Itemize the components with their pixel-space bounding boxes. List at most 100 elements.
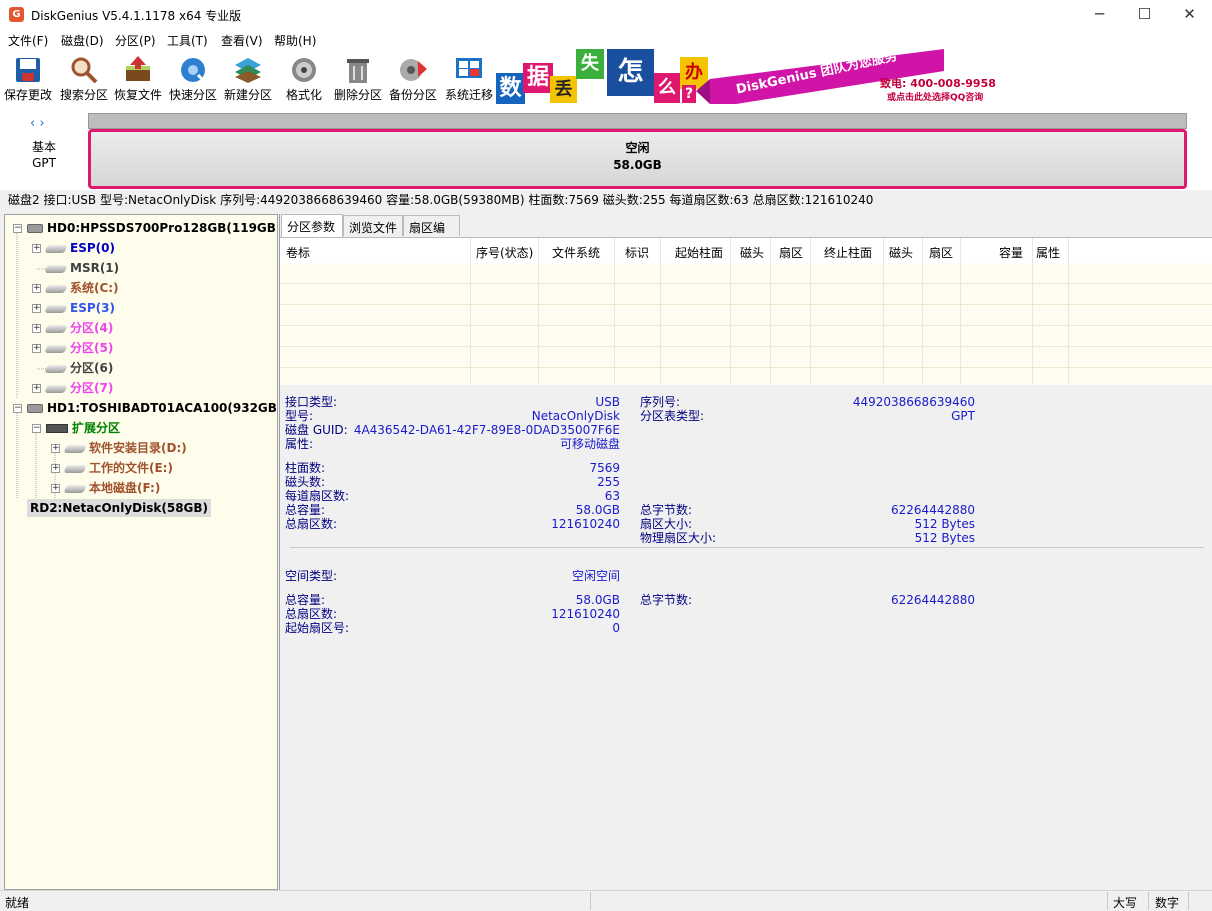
maximize-button[interactable]: ☐ <box>1122 0 1167 30</box>
quick-partition-label: 快速分区 <box>168 88 217 102</box>
close-button[interactable]: ✕ <box>1167 0 1212 30</box>
tree-expander[interactable]: + <box>32 304 41 313</box>
tree-partition-node[interactable]: 分区(6) <box>44 359 113 377</box>
format-button[interactable]: 格式化 <box>276 53 332 105</box>
search-icon <box>71 57 98 84</box>
info-value: 空闲空间 <box>571 569 620 583</box>
status-divider <box>590 892 591 910</box>
info-value: 58.0GB <box>575 593 620 607</box>
delete-partition-button[interactable]: 删除分区 <box>330 53 386 105</box>
tree-partition-node[interactable]: 分区(4) <box>44 319 113 337</box>
column-header-sector[interactable]: 扇区 <box>929 244 953 261</box>
info-label: 分区表类型: <box>640 409 705 423</box>
menu-help[interactable]: 帮助(H) <box>274 32 316 49</box>
tree-partition-node[interactable]: ESP(3) <box>44 299 115 317</box>
column-header-sector[interactable]: 扇区 <box>779 244 803 261</box>
tree-expander[interactable]: + <box>51 444 60 453</box>
column-header-head[interactable]: 磁头 <box>889 244 913 261</box>
minimize-button[interactable]: ─ <box>1077 0 1122 30</box>
tree-expander[interactable]: + <box>32 244 41 253</box>
tree-expander[interactable]: − <box>32 424 41 433</box>
info-value: 63 <box>604 489 620 503</box>
partition-icon <box>44 324 68 333</box>
disk-nav-arrows[interactable]: ‹ › <box>30 116 45 131</box>
column-header-start-cyl[interactable]: 起始柱面 <box>675 244 723 261</box>
status-num: 数字 <box>1155 896 1180 910</box>
tree-partition-node[interactable]: 工作的文件(E:) <box>63 459 173 477</box>
column-header-end-cyl[interactable]: 终止柱面 <box>824 244 872 261</box>
table-row[interactable] <box>280 326 1212 347</box>
menu-view[interactable]: 查看(V) <box>221 32 263 49</box>
recover-files-button[interactable]: 恢复文件 <box>110 53 166 105</box>
free-space-block[interactable]: 空闲 58.0GB <box>88 129 1187 189</box>
tree-partition-node[interactable]: MSR(1) <box>44 259 119 277</box>
quick-partition-button[interactable]: 快速分区 <box>165 53 221 105</box>
info-value: 62264442880 <box>891 503 975 517</box>
tab-partition-params[interactable]: 分区参数 <box>281 214 343 237</box>
column-header-head[interactable]: 磁头 <box>740 244 764 261</box>
table-row[interactable] <box>280 284 1212 305</box>
tree-partition-node[interactable]: 扩展分区 <box>46 419 120 437</box>
partition-icon <box>44 264 68 273</box>
tree-expander[interactable]: + <box>32 344 41 353</box>
menu-partition[interactable]: 分区(P) <box>115 32 156 49</box>
tree-expander[interactable]: + <box>32 284 41 293</box>
info-label: 磁盘 GUID: <box>285 423 348 437</box>
tree-partition-node[interactable]: ESP(0) <box>44 239 115 257</box>
disk-type-line2: GPT <box>32 156 56 170</box>
banner-qq-link[interactable]: 或点击此处选择QQ咨询 <box>887 90 983 103</box>
tab-browse-files[interactable]: 浏览文件 <box>343 215 403 236</box>
column-header-attr[interactable]: 属性 <box>1036 244 1060 261</box>
tree-expander[interactable]: + <box>51 464 60 473</box>
table-row[interactable] <box>280 347 1212 368</box>
tree-disk-node[interactable]: HD0:HPSSDS700Pro128GB(119GB) <box>27 219 277 237</box>
banner-tile: 怎 <box>607 49 654 96</box>
tree-expander[interactable]: − <box>13 404 22 413</box>
info-value: 512 Bytes <box>914 531 975 545</box>
banner-phone: 致电: 400-008-9958 <box>880 77 996 90</box>
table-row[interactable] <box>280 368 1212 385</box>
partition-icon <box>44 344 68 353</box>
tree-partition-node[interactable]: 分区(5) <box>44 339 113 357</box>
search-partition-button[interactable]: 搜索分区 <box>56 53 112 105</box>
menu-tools[interactable]: 工具(T) <box>167 32 208 49</box>
promo-banner[interactable]: 数 据 丢 失 怎 么 办 ? DiskGenius 团队为您服务 致电: 40… <box>496 49 996 104</box>
disk-info-line: 磁盘2 接口:USB 型号:NetacOnlyDisk 序列号:44920386… <box>8 193 874 207</box>
column-header-capacity[interactable]: 容量 <box>999 244 1023 261</box>
tree-partition-node[interactable]: 系统(C:) <box>44 279 119 297</box>
tree-expander[interactable]: − <box>13 224 22 233</box>
tree-node-label: RD2:NetacOnlyDisk(58GB) <box>30 501 209 515</box>
partition-icon <box>63 444 87 453</box>
menu-disk[interactable]: 磁盘(D) <box>61 32 104 49</box>
banner-tile: 么 <box>654 73 680 103</box>
table-row[interactable] <box>280 263 1212 284</box>
tree-node-label: ESP(0) <box>70 241 115 255</box>
column-header-id[interactable]: 标识 <box>625 244 649 261</box>
column-divider <box>538 238 539 385</box>
disk-icon <box>27 404 43 413</box>
status-divider <box>1148 892 1149 910</box>
tree-disk-node[interactable]: RD2:NetacOnlyDisk(58GB) <box>27 499 212 517</box>
backup-icon <box>400 59 427 81</box>
tree-partition-node[interactable]: 分区(7) <box>44 379 113 397</box>
tree-expander[interactable]: + <box>32 384 41 393</box>
info-value: 4A436542-DA61-42F7-89E8-0DAD35007F6E <box>353 423 620 437</box>
system-migrate-button[interactable]: 系统迁移 <box>441 53 497 105</box>
new-partition-button[interactable]: 新建分区 <box>220 53 276 105</box>
tree-expander[interactable]: + <box>32 324 41 333</box>
column-header-index[interactable]: 序号(状态) <box>476 244 533 261</box>
save-button[interactable]: 保存更改 <box>0 53 56 105</box>
column-divider <box>960 238 961 385</box>
tree-expander[interactable]: + <box>51 484 60 493</box>
menu-file[interactable]: 文件(F) <box>8 32 48 49</box>
tree-partition-node[interactable]: 本地磁盘(F:) <box>63 479 160 497</box>
column-header-filesystem[interactable]: 文件系统 <box>552 244 600 261</box>
info-label: 空间类型: <box>285 569 338 583</box>
column-header-label[interactable]: 卷标 <box>286 244 310 261</box>
tree-partition-node[interactable]: 软件安装目录(D:) <box>63 439 187 457</box>
backup-partition-button[interactable]: 备份分区 <box>385 53 441 105</box>
table-row[interactable] <box>280 305 1212 326</box>
column-divider <box>810 238 811 385</box>
tree-disk-node[interactable]: HD1:TOSHIBADT01ACA100(932GB) <box>27 399 277 417</box>
tab-sector-edit[interactable]: 扇区编辑 <box>403 215 460 252</box>
